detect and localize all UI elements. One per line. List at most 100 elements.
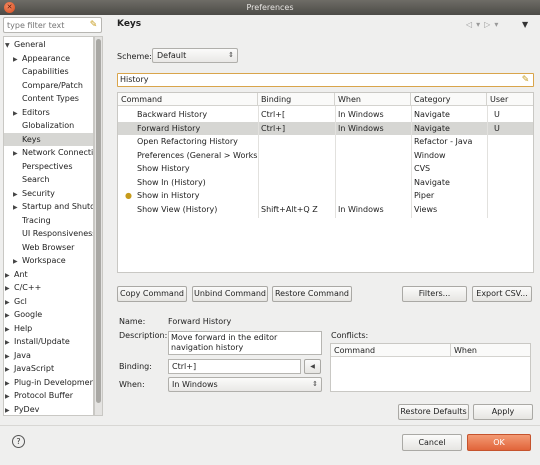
collapsed-arrow-icon[interactable]: ▶ — [13, 188, 22, 201]
close-icon[interactable]: ✕ — [4, 2, 15, 13]
expanded-arrow-icon[interactable]: ▼ — [5, 39, 14, 52]
cell-command: Show View (History) — [137, 204, 218, 214]
tree-item[interactable]: ▶ Editors — [4, 106, 93, 119]
updown-icon: ⇕ — [228, 51, 234, 59]
table-row[interactable]: Show History CVS — [118, 162, 533, 175]
column-header-category[interactable]: Category — [411, 93, 487, 106]
collapsed-arrow-icon[interactable]: ▶ — [5, 336, 14, 349]
restore-defaults-button[interactable]: Restore Defaults — [398, 404, 469, 420]
tree-item[interactable]: ▶ Plug-in Developmen — [4, 376, 93, 389]
table-row[interactable]: Show View (History) Shift+Alt+Q Z In Windo… — [118, 203, 533, 216]
tree-item[interactable]: ▶ Network Connectic — [4, 146, 93, 159]
conflicts-column-command[interactable]: Command — [331, 344, 451, 357]
tree-filter-input[interactable] — [4, 18, 86, 32]
tree-item[interactable]: Web Browser — [4, 241, 93, 254]
tree-item[interactable]: Tracing — [4, 214, 93, 227]
tree-item[interactable]: ▶ Install/Update — [4, 335, 93, 348]
tree-item-label: Editors — [22, 107, 50, 117]
when-select[interactable]: In Windows ⇕ — [168, 377, 322, 392]
export-csv-button[interactable]: Export CSV... — [472, 286, 532, 302]
tree-item[interactable]: ▶ Protocol Buffer — [4, 389, 93, 402]
tree-item[interactable]: Compare/Patch — [4, 79, 93, 92]
filters-button[interactable]: Filters... — [402, 286, 467, 302]
collapsed-arrow-icon[interactable]: ▶ — [13, 201, 22, 214]
collapsed-arrow-icon[interactable]: ▶ — [13, 107, 22, 120]
tree-item[interactable]: Keys — [4, 132, 93, 146]
tree-item[interactable]: ▶ Workspace — [4, 254, 93, 267]
tree-item[interactable]: ▶ Appearance — [4, 52, 93, 65]
tree-item[interactable]: ▼ General — [4, 38, 93, 51]
table-row[interactable]: Open Refactoring History Refactor - Java — [118, 135, 533, 148]
column-header-command[interactable]: Command — [118, 93, 258, 106]
binding-input[interactable]: Ctrl+] — [168, 359, 301, 374]
tree-item-label: Keys — [22, 134, 41, 144]
tree-item[interactable]: ▶ Google — [4, 308, 93, 321]
unbind-command-button[interactable]: Unbind Command — [192, 286, 268, 302]
description-field[interactable]: Move forward in the editor navigation hi… — [168, 331, 322, 355]
collapsed-arrow-icon[interactable]: ▶ — [5, 296, 14, 309]
collapsed-arrow-icon[interactable]: ▶ — [5, 323, 14, 336]
apply-button[interactable]: Apply — [473, 404, 533, 420]
tree-scrollbar[interactable] — [94, 36, 103, 416]
table-row[interactable]: Backward History Ctrl+[In Windows Navigate… — [118, 108, 533, 121]
column-header-user[interactable]: User — [487, 93, 533, 106]
binding-menu-icon[interactable]: ◀ — [304, 359, 321, 374]
tree-item[interactable]: Content Types — [4, 92, 93, 105]
conflicts-table[interactable]: Command When — [330, 343, 531, 392]
cell-binding: Shift+Alt+Q Z — [261, 204, 318, 214]
tree-item[interactable]: ▶ C/C++ — [4, 281, 93, 294]
tree-item[interactable]: Perspectives — [4, 160, 93, 173]
tree-item[interactable]: ▶ Gcl — [4, 295, 93, 308]
ok-button[interactable]: OK — [467, 434, 531, 451]
view-menu-icon[interactable]: ▼ — [522, 20, 528, 29]
tree-item[interactable]: ▶ Ant — [4, 268, 93, 281]
collapsed-arrow-icon[interactable]: ▶ — [13, 147, 22, 160]
cell-command: Backward History — [137, 110, 208, 119]
tree-item[interactable]: ▶ JavaScript — [4, 362, 93, 375]
restore-command-button[interactable]: Restore Command — [272, 286, 352, 302]
collapsed-arrow-icon[interactable]: ▶ — [5, 282, 14, 295]
preference-tree[interactable]: ▼ General ▶ Appearance Capabilities Compare/P… — [3, 36, 94, 416]
collapsed-arrow-icon[interactable]: ▶ — [5, 269, 14, 282]
collapsed-arrow-icon[interactable]: ▶ — [5, 404, 14, 416]
tree-item-label: Help — [14, 323, 33, 333]
history-nav-icons[interactable]: ◁▾▷▾ — [466, 20, 502, 29]
cancel-button[interactable]: Cancel — [402, 434, 462, 451]
table-row[interactable]: Preferences (General > Workspace Window — [118, 149, 533, 162]
scheme-select[interactable]: Default ⇕ — [152, 48, 238, 63]
column-header-binding[interactable]: Binding — [258, 93, 335, 106]
tree-scrollbar-thumb[interactable] — [96, 39, 101, 403]
clear-command-filter-icon[interactable]: ✎ — [520, 74, 531, 86]
tree-filter-field[interactable]: ✎ — [3, 17, 102, 33]
command-filter-input[interactable]: History ✎ — [117, 73, 534, 87]
tree-item[interactable]: ▶ PyDev — [4, 403, 93, 416]
tree-item[interactable]: UI Responsiveness — [4, 227, 93, 240]
tree-item[interactable]: ▶ Java — [4, 349, 93, 362]
collapsed-arrow-icon[interactable]: ▶ — [5, 363, 14, 376]
collapsed-arrow-icon[interactable]: ▶ — [5, 309, 14, 322]
tree-item[interactable]: ▶ Startup and Shutdc — [4, 200, 93, 213]
clear-filter-icon[interactable]: ✎ — [88, 19, 99, 31]
table-row[interactable]: ● Show in History Piper — [118, 189, 533, 202]
table-row[interactable]: Forward History Ctrl+] In Windows Navigate U — [118, 121, 533, 135]
table-row[interactable]: Show In (History) Navigate — [118, 176, 533, 189]
tree-item[interactable]: Search — [4, 173, 93, 186]
help-icon[interactable]: ? — [12, 435, 25, 448]
copy-command-button[interactable]: Copy Command — [117, 286, 187, 302]
column-header-when[interactable]: When — [335, 93, 411, 106]
commands-table[interactable]: Command Binding When Category User Backw… — [117, 92, 534, 273]
collapsed-arrow-icon[interactable]: ▶ — [13, 255, 22, 268]
collapsed-arrow-icon[interactable]: ▶ — [13, 53, 22, 66]
piper-icon: ● — [125, 191, 132, 200]
tree-item[interactable]: ▶ Security — [4, 187, 93, 200]
tree-item-label: Security — [22, 188, 55, 198]
column-divider — [487, 106, 488, 218]
tree-item[interactable]: ▶ Help — [4, 322, 93, 335]
collapsed-arrow-icon[interactable]: ▶ — [5, 350, 14, 363]
tree-item-label: JavaScript — [14, 364, 55, 373]
tree-item[interactable]: Capabilities — [4, 65, 93, 78]
collapsed-arrow-icon[interactable]: ▶ — [5, 390, 14, 403]
tree-item[interactable]: Globalization — [4, 119, 93, 132]
collapsed-arrow-icon[interactable]: ▶ — [5, 377, 14, 390]
conflicts-column-when[interactable]: When — [451, 344, 530, 357]
